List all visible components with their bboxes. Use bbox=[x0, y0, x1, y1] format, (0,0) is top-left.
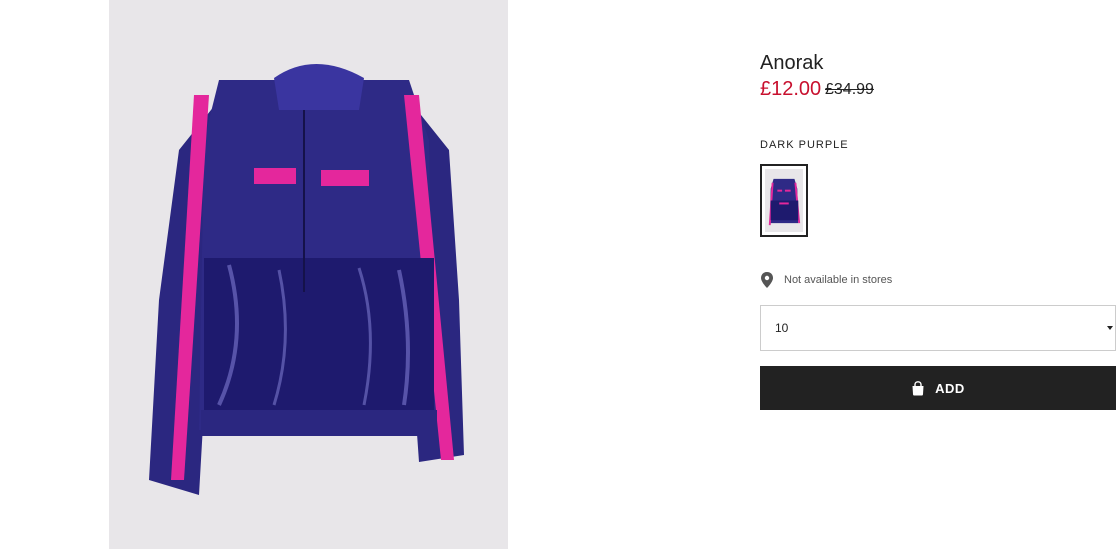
location-pin-icon bbox=[761, 272, 773, 288]
color-swatch-dark-purple[interactable] bbox=[760, 164, 808, 237]
sale-price: £12.00 bbox=[760, 78, 822, 100]
shopping-bag-icon bbox=[912, 380, 924, 395]
add-to-bag-button[interactable]: ADD bbox=[760, 366, 1116, 410]
product-info-panel: Anorak £12.00 £34.99 DARK PURPLE Not ava… bbox=[760, 0, 1116, 549]
store-availability-text: Not available in stores bbox=[784, 274, 893, 286]
add-button-label: ADD bbox=[935, 380, 965, 396]
anorak-illustration bbox=[109, 0, 508, 549]
product-title: Anorak bbox=[760, 52, 824, 74]
product-thumbnail bbox=[765, 169, 803, 232]
size-select[interactable]: 10 bbox=[760, 305, 1116, 351]
product-image[interactable] bbox=[109, 0, 508, 549]
store-availability: Not available in stores bbox=[760, 271, 892, 289]
original-price: £34.99 bbox=[825, 81, 874, 98]
color-name: DARK PURPLE bbox=[760, 139, 849, 151]
chevron-down-icon bbox=[1107, 326, 1113, 330]
size-selected-value: 10 bbox=[775, 321, 789, 335]
